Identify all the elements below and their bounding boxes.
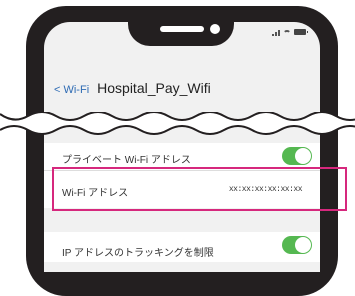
cellular-signal-icon [272, 29, 280, 36]
wifi-icon [283, 28, 291, 36]
status-bar [272, 28, 308, 36]
toggle-knob [295, 148, 311, 164]
speaker-grille [160, 26, 204, 32]
battery-icon [294, 29, 308, 35]
page-title: Hospital_Pay_Wifi [97, 80, 211, 96]
private-wifi-address-toggle[interactable] [282, 147, 312, 165]
back-button[interactable]: < Wi-Fi [54, 84, 89, 96]
toggle-knob [295, 237, 311, 253]
phone-notch [128, 12, 234, 46]
ip-tracking-toggle[interactable] [282, 236, 312, 254]
ip-tracking-row: IP アドレスのトラッキングを制限 [44, 232, 320, 262]
cut-separator [0, 112, 355, 135]
highlight-box [52, 167, 347, 211]
private-wifi-address-label: プライベート Wi-Fi アドレス [62, 155, 191, 166]
front-camera [210, 24, 220, 34]
navigation-bar: < Wi-Fi Hospital_Pay_Wifi [54, 80, 211, 96]
